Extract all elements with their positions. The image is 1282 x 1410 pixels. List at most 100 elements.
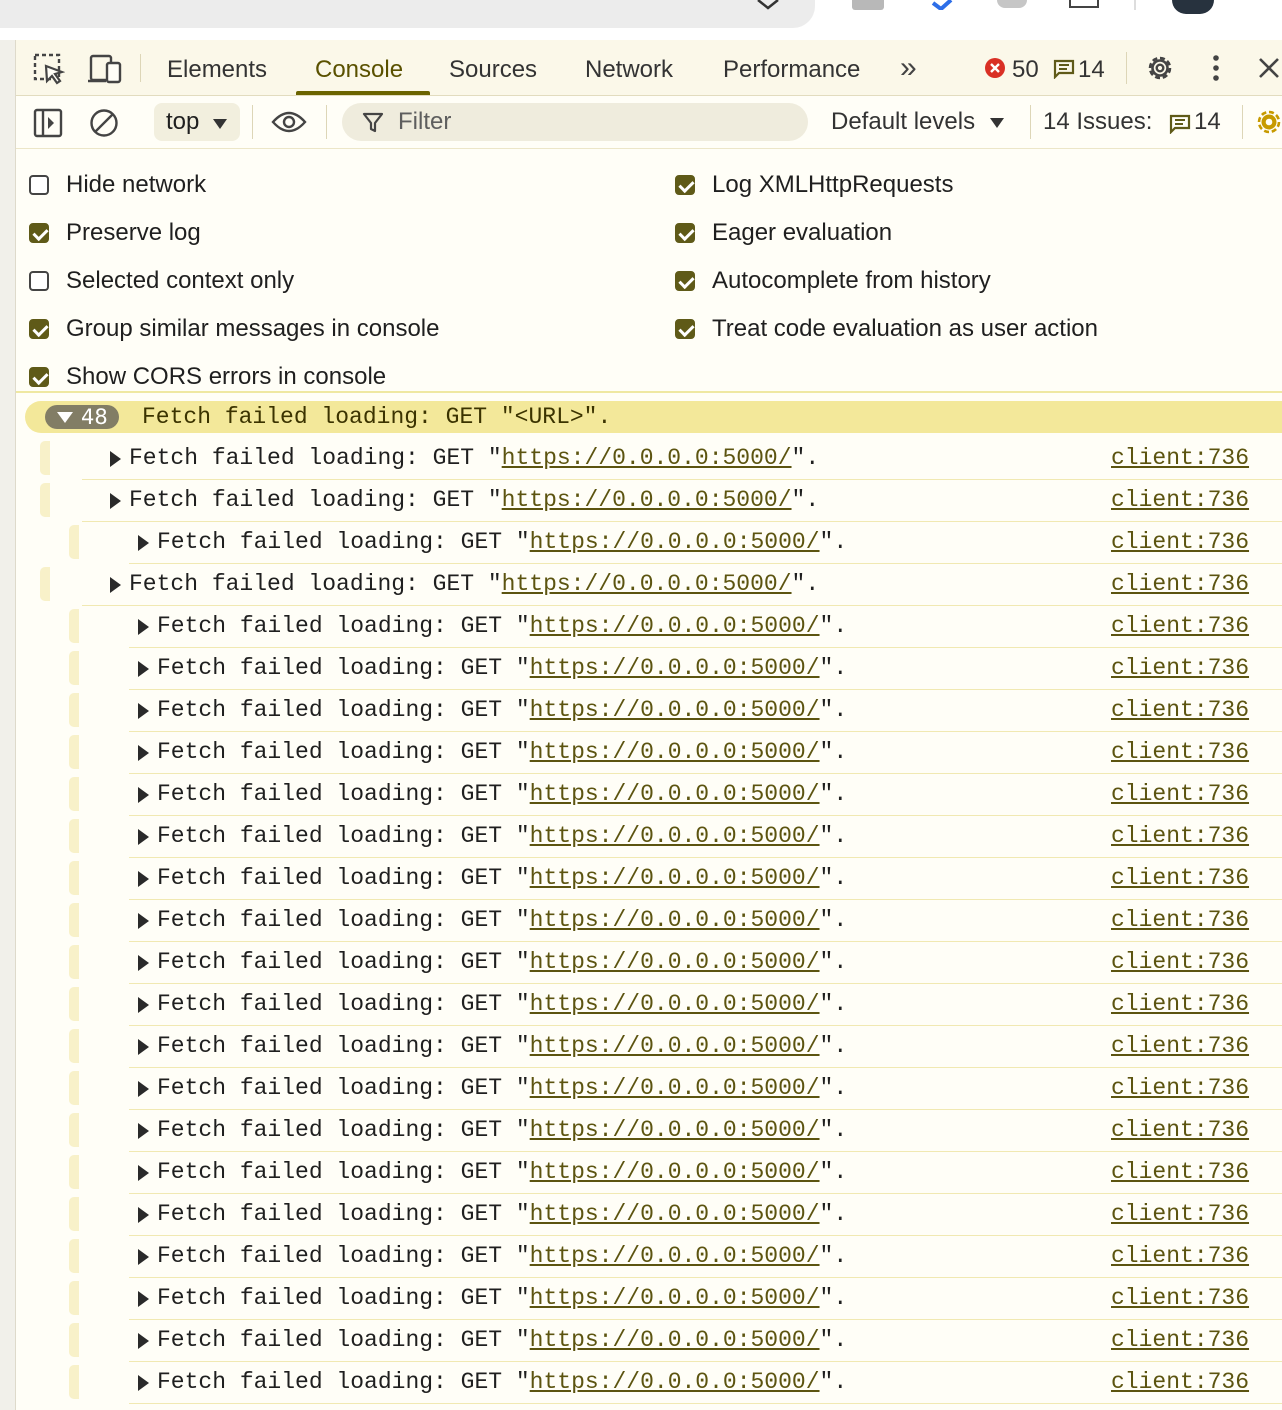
log-row[interactable]: Fetch failed loading: GET "https://0.0.0… [16, 1362, 1282, 1404]
expand-triangle-icon[interactable] [110, 493, 121, 509]
log-row[interactable]: Fetch failed loading: GET "https://0.0.0… [16, 816, 1282, 858]
log-url-link[interactable]: https://0.0.0.0:5000/ [502, 487, 792, 513]
expand-triangle-icon[interactable] [138, 1081, 149, 1097]
star-icon[interactable] [755, 0, 781, 10]
log-row[interactable]: Fetch failed loading: GET "https://0.0.0… [16, 942, 1282, 984]
source-link[interactable]: client:736 [1111, 739, 1249, 765]
expand-triangle-icon[interactable] [138, 661, 149, 677]
camera-icon[interactable] [997, 0, 1027, 8]
issues-button[interactable]: 14 Issues: [1043, 108, 1152, 136]
log-row[interactable]: Fetch failed loading: GET "https://0.0.0… [16, 564, 1282, 606]
tab-performance[interactable]: Performance [723, 56, 860, 84]
expand-triangle-icon[interactable] [138, 1165, 149, 1181]
expand-triangle-icon[interactable] [138, 1207, 149, 1223]
tab-network[interactable]: Network [585, 56, 673, 84]
log-url-link[interactable]: https://0.0.0.0:5000/ [530, 1117, 820, 1143]
source-link[interactable]: client:736 [1111, 949, 1249, 975]
source-link[interactable]: client:736 [1111, 865, 1249, 891]
log-levels-dropdown[interactable]: Default levels [831, 108, 1004, 136]
expand-triangle-icon[interactable] [110, 451, 121, 467]
setting-checkbox[interactable] [29, 223, 49, 243]
expand-triangle-icon[interactable] [138, 619, 149, 635]
live-expression-eye-icon[interactable] [271, 110, 307, 134]
source-link[interactable]: client:736 [1111, 487, 1249, 513]
window-icon[interactable] [1069, 0, 1099, 8]
source-link[interactable]: client:736 [1111, 1033, 1249, 1059]
expand-triangle-icon[interactable] [138, 787, 149, 803]
more-tabs-button[interactable]: » [900, 51, 917, 85]
expand-triangle-icon[interactable] [138, 1039, 149, 1055]
error-icon[interactable] [984, 57, 1006, 79]
filter-input[interactable]: Filter [342, 103, 808, 141]
expand-triangle-icon[interactable] [138, 745, 149, 761]
log-url-link[interactable]: https://0.0.0.0:5000/ [530, 781, 820, 807]
log-row[interactable]: Fetch failed loading: GET "https://0.0.0… [16, 1026, 1282, 1068]
log-url-link[interactable]: https://0.0.0.0:5000/ [530, 1243, 820, 1269]
context-selector[interactable]: top [154, 103, 240, 141]
source-link[interactable]: client:736 [1111, 529, 1249, 555]
log-row[interactable]: Fetch failed loading: GET "https://0.0.0… [16, 774, 1282, 816]
log-url-link[interactable]: https://0.0.0.0:5000/ [530, 823, 820, 849]
setting-checkbox[interactable] [29, 367, 49, 387]
log-url-link[interactable]: https://0.0.0.0:5000/ [530, 613, 820, 639]
log-row[interactable]: Fetch failed loading: GET "https://0.0.0… [16, 438, 1282, 480]
source-link[interactable]: client:736 [1111, 823, 1249, 849]
source-link[interactable]: client:736 [1111, 1117, 1249, 1143]
log-url-link[interactable]: https://0.0.0.0:5000/ [530, 991, 820, 1017]
device-toolbar-icon[interactable] [88, 54, 122, 84]
log-row[interactable]: Fetch failed loading: GET "https://0.0.0… [16, 1320, 1282, 1362]
log-row[interactable]: Fetch failed loading: GET "https://0.0.0… [16, 858, 1282, 900]
setting-checkbox[interactable] [29, 175, 49, 195]
more-options-icon[interactable] [1209, 54, 1223, 82]
source-link[interactable]: client:736 [1111, 1201, 1249, 1227]
source-link[interactable]: client:736 [1111, 697, 1249, 723]
expand-triangle-icon[interactable] [138, 997, 149, 1013]
address-bar[interactable] [0, 0, 815, 28]
close-icon[interactable] [1257, 56, 1281, 80]
message-icon[interactable] [1053, 59, 1075, 79]
source-link[interactable]: client:736 [1111, 1285, 1249, 1311]
message-count[interactable]: 14 [1078, 56, 1105, 84]
expand-triangle-icon[interactable] [138, 703, 149, 719]
log-row[interactable]: Fetch failed loading: GET "https://0.0.0… [16, 480, 1282, 522]
source-link[interactable]: client:736 [1111, 1369, 1249, 1395]
log-row[interactable]: Fetch failed loading: GET "https://0.0.0… [16, 1236, 1282, 1278]
issues-count[interactable]: 14 [1194, 108, 1221, 136]
setting-checkbox[interactable] [675, 271, 695, 291]
log-row[interactable]: Fetch failed loading: GET "https://0.0.0… [16, 606, 1282, 648]
log-row[interactable]: Fetch failed loading: GET "https://0.0.0… [16, 522, 1282, 564]
log-row[interactable]: Fetch failed loading: GET "https://0.0.0… [16, 1278, 1282, 1320]
log-url-link[interactable]: https://0.0.0.0:5000/ [530, 697, 820, 723]
expand-triangle-icon[interactable] [138, 1123, 149, 1139]
source-link[interactable]: client:736 [1111, 907, 1249, 933]
log-url-link[interactable]: https://0.0.0.0:5000/ [530, 1327, 820, 1353]
sidebar-toggle-icon[interactable] [33, 108, 63, 138]
log-row[interactable]: Fetch failed loading: GET "https://0.0.0… [16, 1152, 1282, 1194]
log-url-link[interactable]: https://0.0.0.0:5000/ [530, 739, 820, 765]
setting-checkbox[interactable] [675, 319, 695, 339]
tab-elements[interactable]: Elements [167, 56, 267, 84]
source-link[interactable]: client:736 [1111, 1159, 1249, 1185]
expand-triangle-icon[interactable] [138, 955, 149, 971]
expand-triangle-icon[interactable] [138, 829, 149, 845]
source-link[interactable]: client:736 [1111, 445, 1249, 471]
source-link[interactable]: client:736 [1111, 571, 1249, 597]
setting-checkbox[interactable] [675, 175, 695, 195]
log-url-link[interactable]: https://0.0.0.0:5000/ [530, 529, 820, 555]
settings-gear-icon[interactable] [1144, 52, 1176, 84]
tab-console[interactable]: Console [315, 56, 403, 84]
log-url-link[interactable]: https://0.0.0.0:5000/ [530, 865, 820, 891]
setting-checkbox[interactable] [675, 223, 695, 243]
log-url-link[interactable]: https://0.0.0.0:5000/ [530, 949, 820, 975]
extension-icon[interactable] [852, 0, 884, 10]
expand-triangle-icon[interactable] [138, 871, 149, 887]
log-row[interactable]: Fetch failed loading: GET "https://0.0.0… [16, 1110, 1282, 1152]
source-link[interactable]: client:736 [1111, 781, 1249, 807]
log-url-link[interactable]: https://0.0.0.0:5000/ [530, 907, 820, 933]
log-url-link[interactable]: https://0.0.0.0:5000/ [530, 1369, 820, 1395]
log-row[interactable]: Fetch failed loading: GET "https://0.0.0… [16, 690, 1282, 732]
log-row[interactable]: Fetch failed loading: GET "https://0.0.0… [16, 984, 1282, 1026]
log-url-link[interactable]: https://0.0.0.0:5000/ [530, 1285, 820, 1311]
expand-triangle-icon[interactable] [138, 913, 149, 929]
tab-sources[interactable]: Sources [449, 56, 537, 84]
